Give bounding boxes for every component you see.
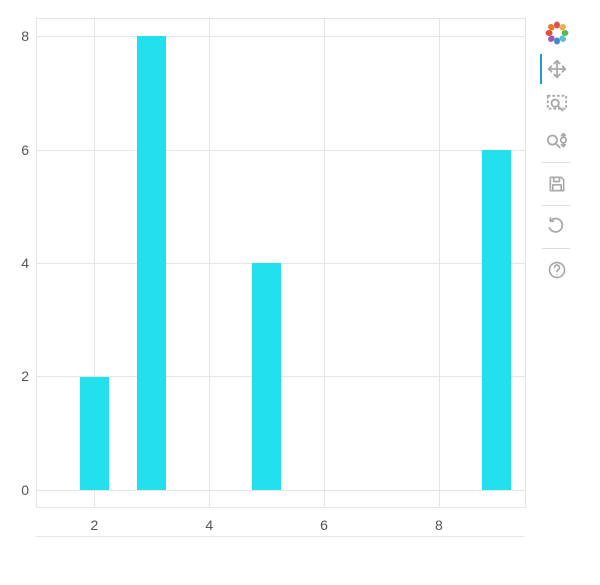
x-tick-label: 8 (435, 517, 443, 533)
help-tool-icon[interactable] (540, 255, 572, 285)
bar (482, 150, 511, 490)
reset-tool-icon[interactable] (540, 212, 572, 242)
bokeh-logo-icon[interactable] (540, 18, 572, 48)
toolbar-separator (542, 248, 570, 249)
plot-toolbar (540, 18, 584, 291)
bar (137, 36, 166, 490)
y-tick-label: 4 (21, 255, 29, 271)
pan-tool-icon[interactable] (540, 54, 572, 84)
x-tick-label: 6 (320, 517, 328, 533)
toolbar-separator (542, 162, 570, 163)
y-tick-label: 0 (21, 482, 29, 498)
y-tick-label: 2 (21, 368, 29, 384)
x-tick-label: 4 (205, 517, 213, 533)
toolbar-separator (542, 205, 570, 206)
y-tick-label: 6 (21, 142, 29, 158)
grid-line (37, 263, 525, 264)
bar (252, 263, 281, 490)
wheel-zoom-tool-icon[interactable] (540, 126, 572, 156)
grid-line (37, 376, 525, 377)
box-zoom-tool-icon[interactable] (540, 90, 572, 120)
bar (80, 377, 109, 490)
y-tick-label: 8 (21, 28, 29, 44)
save-tool-icon[interactable] (540, 169, 572, 199)
x-tick-label: 2 (91, 517, 99, 533)
grid-line (37, 36, 525, 37)
grid-line (37, 150, 525, 151)
plot-area[interactable]: 246802468 (36, 18, 526, 508)
x-axis-guide (36, 536, 524, 537)
grid-line (37, 490, 525, 491)
